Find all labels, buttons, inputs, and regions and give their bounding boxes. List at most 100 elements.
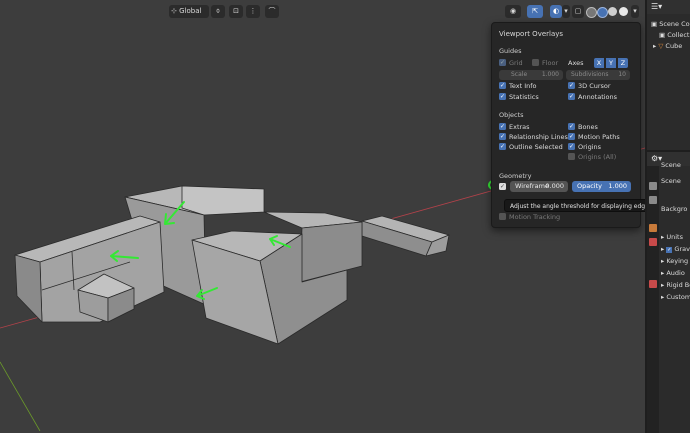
gravity-row[interactable]: ▸ ✓ Gravit [661,244,690,255]
origins-all-label: Origins (All) [578,152,617,161]
scene-collection-label: Scene Coll [659,20,690,28]
text-info-check-icon: ✓ [499,82,506,89]
relationship-lines-checkbox[interactable]: ✓ Relationship Lines [499,132,568,141]
overlays-dropdown-icon[interactable]: ▾ [562,5,570,18]
background-label: Backgro [661,205,688,213]
statistics-checkbox[interactable]: ✓ Statistics [499,92,539,101]
visibility-icon[interactable]: ◉ [505,5,521,18]
3d-viewport[interactable]: ⊹ Global ⌽ ⊡ ⋮ ⌒ ◉ ⇱ ◐ ▾ ▢ ▾ Viewport Ov… [0,0,645,431]
guides-heading: Guides [499,47,522,55]
proportional-edit-icon[interactable]: ⌒ [265,5,279,18]
shading-dropdown-icon[interactable]: ▾ [631,5,639,18]
outliner-header: ☰▾ [647,0,690,14]
material-shading-icon[interactable] [608,7,617,16]
extras-label: Extras [509,122,530,131]
constraint-tab-icon[interactable] [649,280,657,288]
wireframe-checkbox[interactable]: ✓ [499,182,509,191]
keying-sets-row[interactable]: ▸ Keying S [661,256,690,267]
statistics-check-icon: ✓ [499,93,506,100]
scale-value: 1.000 [541,71,559,78]
orientation-icon: ⊹ [171,7,177,15]
snap-target-icon[interactable]: ⋮ [246,5,260,18]
wireframe-slider[interactable]: Wireframe 0.000 [510,181,568,192]
motion-paths-check-icon: ✓ [568,133,575,140]
snap-icon[interactable]: ⊡ [229,5,243,18]
viewport-overlays-button[interactable]: ◐ [550,5,562,18]
transform-orientation-label: Global [179,7,202,15]
motion-paths-label: Motion Paths [578,132,620,141]
outline-selected-checkbox[interactable]: ✓ Outline Selected [499,142,563,151]
grid-checkbox[interactable]: ✓ Grid [499,58,523,67]
subdivisions-field[interactable]: Subdivisions 10 [566,70,630,80]
motion-paths-checkbox[interactable]: ✓ Motion Paths [568,132,620,141]
objects-heading: Objects [499,111,524,119]
outline-selected-check-icon: ✓ [499,143,506,150]
axes-label: Axes [568,58,584,67]
gravity-check-icon[interactable]: ✓ [666,247,673,253]
scene-collection-row[interactable]: ▣ Scene Coll [651,20,690,28]
custom-arrow-icon: ▸ [661,293,665,301]
object-tab-icon[interactable] [649,224,657,232]
custom-row[interactable]: ▸ Custom [661,292,690,303]
keying-sets-arrow-icon: ▸ [661,257,665,265]
origins-checkbox[interactable]: ✓ Origins [568,142,601,151]
scale-field[interactable]: Scale 1.000 [499,70,563,80]
rendered-shading-icon[interactable] [619,7,628,16]
annotations-checkbox[interactable]: ✓ Annotations [568,92,617,101]
origins-check-icon: ✓ [568,143,575,150]
solid-shading-icon[interactable] [597,7,608,18]
axis-x-toggle[interactable]: X [594,58,604,68]
cube-row[interactable]: ▸ ▽ Cube [653,42,682,50]
physics-tab-icon[interactable] [649,238,657,246]
floor-label: Floor [542,58,559,67]
scene-collection-icon: ▣ [651,20,658,28]
origins-all-checkbox[interactable]: ✓ Origins (All) [568,152,616,161]
opacity-value: 1.000 [608,182,627,190]
cursor-3d-checkbox[interactable]: ✓ 3D Cursor [568,81,611,90]
subdivisions-value: 10 [618,71,626,78]
geometry-heading: Geometry [499,172,532,180]
viewport-header: ⊹ Global ⌽ ⊡ ⋮ ⌒ ◉ ⇱ ◐ ▾ ▢ ▾ [0,0,645,22]
motion-tracking-checkbox[interactable]: ✓ Motion Tracking [499,212,560,221]
audio-arrow-icon: ▸ [661,269,665,277]
gizmo-icon[interactable]: ⇱ [527,5,543,18]
gravity-label: Gravit [674,245,690,253]
rigid-body-row[interactable]: ▸ Rigid Bo [661,280,690,291]
xray-icon[interactable]: ▢ [572,5,584,18]
properties-panel: ⚙▾ Scene Scene Backgro ▸ Units ▸ ✓ Gravi… [645,150,690,433]
text-info-checkbox[interactable]: ✓ Text Info [499,81,537,90]
statistics-label: Statistics [509,92,539,101]
audio-row[interactable]: ▸ Audio [661,268,685,279]
wireframe-shading-icon[interactable] [586,7,597,18]
wireframe-value: 0.000 [545,182,564,190]
overlays-title: Viewport Overlays [499,30,564,38]
viewport-overlays-popover: Viewport Overlays Guides ✓ Grid ✓ Floor … [491,22,641,228]
bones-checkbox[interactable]: ✓ Bones [568,122,598,131]
render-tab-icon[interactable] [649,182,657,190]
background-row[interactable]: Backgro [661,204,687,215]
axis-z-toggle[interactable]: Z [618,58,628,68]
rigid-body-arrow-icon: ▸ [661,281,665,289]
custom-label: Custom [666,293,690,301]
collection-row[interactable]: ▣ Collect [659,31,689,39]
output-tab-icon[interactable] [649,196,657,204]
origins-label: Origins [578,142,602,151]
floor-checkbox[interactable]: ✓ Floor [532,58,558,67]
expand-arrow-icon: ▸ [653,42,657,50]
outline-selected-label: Outline Selected [509,142,563,151]
extras-check-icon: ✓ [499,123,506,130]
mesh-face [299,221,363,283]
extras-checkbox[interactable]: ✓ Extras [499,122,530,131]
pivot-point-icon[interactable]: ⌽ [211,5,225,18]
units-row[interactable]: ▸ Units [661,232,683,243]
keying-sets-label: Keying S [666,257,690,265]
annotations-check-icon: ✓ [568,93,575,100]
axis-y-toggle[interactable]: Y [606,58,616,68]
opacity-slider[interactable]: Opacity 1.000 [572,181,631,192]
outliner-editor-icon[interactable]: ☰▾ [651,2,662,11]
transform-orientation-dropdown[interactable]: ⊹ Global [169,5,209,18]
axes-label-row: Axes [568,58,583,67]
scene-header-row: Scene [661,160,681,171]
motion-tracking-label: Motion Tracking [509,212,561,221]
grid-check-icon: ✓ [499,59,506,66]
